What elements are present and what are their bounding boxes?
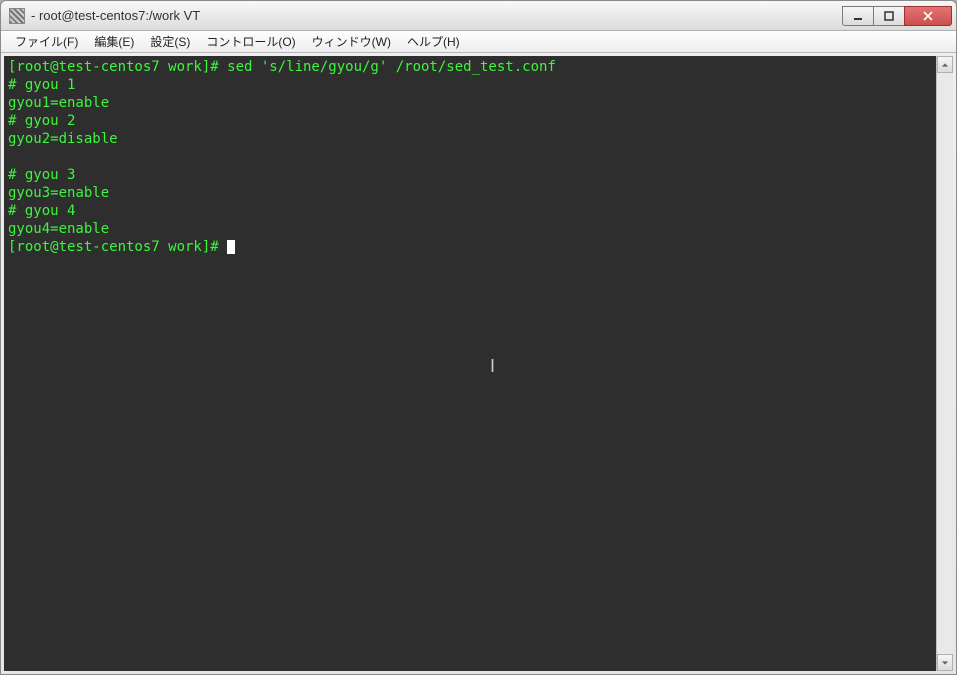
scrollbar[interactable] (936, 56, 953, 671)
close-icon (923, 11, 933, 21)
titlebar[interactable]: - root@test-centos7:/work VT (1, 1, 956, 31)
menubar: ファイル(F) 編集(E) 設定(S) コントロール(O) ウィンドウ(W) ヘ… (1, 31, 956, 53)
chevron-up-icon (941, 61, 949, 69)
scroll-up-button[interactable] (937, 56, 953, 73)
maximize-button[interactable] (873, 6, 905, 26)
minimize-icon (853, 11, 863, 21)
terminal-container: [root@test-centos7 work]# sed 's/line/gy… (4, 56, 953, 671)
app-icon (9, 8, 25, 24)
menu-settings[interactable]: 設定(S) (142, 31, 198, 52)
menu-edit[interactable]: 編集(E) (86, 31, 142, 52)
menu-help[interactable]: ヘルプ(H) (399, 31, 468, 52)
terminal-prompt: [root@test-centos7 work]# (8, 239, 227, 255)
scroll-down-button[interactable] (937, 654, 953, 671)
window-title: - root@test-centos7:/work VT (31, 8, 843, 23)
terminal-cursor (227, 240, 235, 254)
window-controls (843, 6, 952, 26)
menu-control[interactable]: コントロール(O) (198, 31, 303, 52)
app-window: - root@test-centos7:/work VT ファイル(F) 編集(… (0, 0, 957, 675)
chevron-down-icon (941, 659, 949, 667)
maximize-icon (884, 11, 894, 21)
menu-file[interactable]: ファイル(F) (7, 31, 86, 52)
minimize-button[interactable] (842, 6, 874, 26)
scroll-track[interactable] (937, 73, 953, 654)
terminal[interactable]: [root@test-centos7 work]# sed 's/line/gy… (4, 56, 936, 671)
close-button[interactable] (904, 6, 952, 26)
menu-window[interactable]: ウィンドウ(W) (304, 31, 399, 52)
